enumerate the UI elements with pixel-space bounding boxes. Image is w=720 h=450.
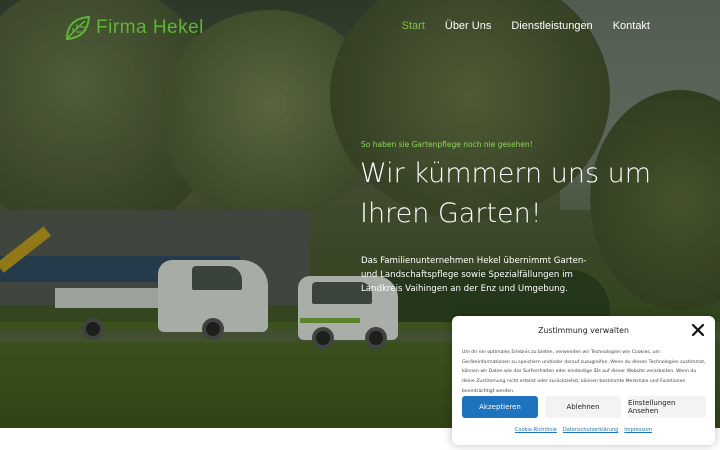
imprint-link[interactable]: Impressum [624, 427, 652, 433]
deny-button[interactable]: Ablehnen [545, 396, 621, 418]
accept-button[interactable]: Akzeptieren [462, 396, 538, 418]
nav-start[interactable]: Start [402, 20, 425, 32]
main-nav: Start Über Uns Dienstleistungen Kontakt [402, 20, 650, 32]
leaf-logo-icon [65, 15, 91, 41]
brand-name: Firma Hekel [96, 17, 204, 38]
nav-kontakt[interactable]: Kontakt [613, 20, 650, 32]
nav-ueber-uns[interactable]: Über Uns [445, 20, 491, 32]
cookie-links: Cookie-Richtlinie Datenschutzerklärung I… [452, 427, 715, 433]
hero-headline: Wir kümmern uns um Ihren Garten! [360, 158, 652, 229]
cookie-consent-banner: Zustimmung verwalten Um dir ein optimale… [452, 316, 715, 445]
close-icon[interactable] [691, 323, 705, 337]
cookie-policy-link[interactable]: Cookie-Richtlinie [515, 427, 557, 433]
cookie-title: Zustimmung verwalten [538, 326, 629, 335]
hero-intro: Das Familienunternehmen Hekel übernimmt … [361, 256, 587, 294]
site-logo[interactable]: Firma Hekel [64, 14, 204, 42]
nav-dienstleistungen[interactable]: Dienstleistungen [511, 20, 592, 32]
privacy-policy-link[interactable]: Datenschutzerklärung [563, 427, 618, 433]
settings-button[interactable]: Einstellungen Ansehen [628, 396, 706, 418]
hero-kicker: So haben sie Gartenpflege noch nie geseh… [361, 140, 533, 149]
cookie-text: Um dir ein optimales Erlebnis zu bieten,… [462, 350, 706, 394]
